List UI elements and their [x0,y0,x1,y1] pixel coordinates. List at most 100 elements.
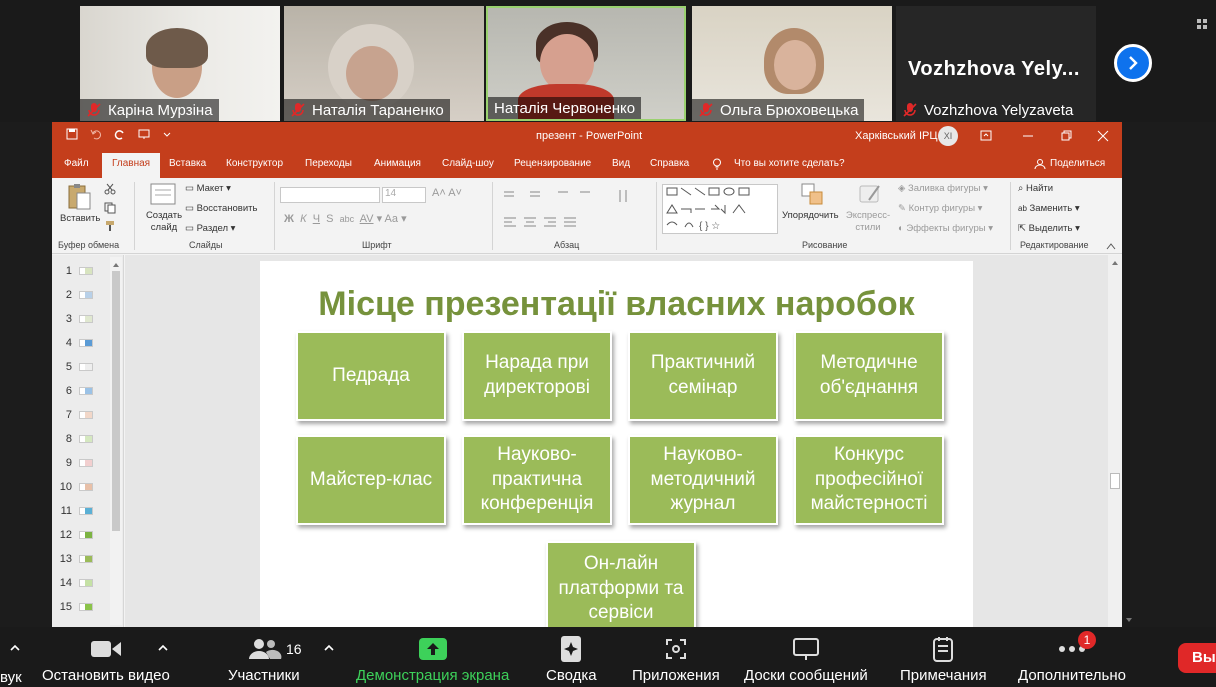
slide-thumbnail[interactable]: 13 [52,549,112,573]
redo-icon[interactable] [114,128,126,140]
whiteboards-button[interactable]: Доски сообщений [744,635,868,684]
customize-qat-icon[interactable] [162,129,172,139]
paste-button[interactable]: Вставить [60,213,100,224]
summary-button[interactable]: Сводка [546,635,597,684]
apps-button[interactable]: Приложения [632,635,720,684]
slide-box[interactable]: Майстер-клас [296,435,446,525]
font-name-field[interactable] [280,187,380,203]
slide-thumbnail[interactable]: 12 [52,525,112,549]
slide-thumbnail[interactable]: 8 [52,429,112,453]
tell-me-search[interactable]: Что вы хотите сделать? [734,158,845,169]
reset-button[interactable]: ▭ Восстановить [185,203,257,214]
start-slideshow-icon[interactable] [138,128,150,140]
tab-animations[interactable]: Анимация [374,158,421,169]
spacing-button[interactable]: AV [360,213,374,225]
share-screen-button[interactable]: Демонстрация экрана [356,635,509,684]
tab-help[interactable]: Справка [650,158,689,169]
slide-thumbnail[interactable]: 7 [52,405,112,429]
slide-thumbnail[interactable]: 6 [52,381,112,405]
shape-fill-button[interactable]: ◈ Заливка фигуры ▾ [898,183,988,194]
slide-box[interactable]: Методичне об'єднання [794,331,944,421]
participant-tile[interactable]: Vozhzhova Yely... Vozhzhova Yelyzaveta [896,6,1096,121]
font-format-buttons[interactable]: Ж К Ч S abc AV ▾ Aa ▾ [284,212,407,225]
save-icon[interactable] [66,128,78,140]
slide-thumbnail[interactable]: 10 [52,477,112,501]
select-button[interactable]: ⇱ Выделить ▾ [1018,223,1080,234]
next-participants-button[interactable] [1114,44,1152,82]
share-button[interactable]: Поделиться [1050,158,1105,169]
slide-scroll-thumb[interactable] [1110,473,1120,489]
slide-box[interactable]: Науково-практична конференція [462,435,612,525]
tab-review[interactable]: Рецензирование [514,158,591,169]
shape-outline-button[interactable]: ✎ Контур фигуры ▾ [898,203,982,214]
close-icon[interactable] [1097,130,1109,142]
slide-title[interactable]: Місце презентації власних наробок [260,285,973,324]
font-size-field[interactable]: 14 [382,187,426,203]
tab-transitions[interactable]: Переходы [305,158,352,169]
participants-options-chevron-icon[interactable] [322,643,336,653]
more-button[interactable]: 1 Дополнительно [1018,631,1126,684]
tab-design[interactable]: Конструктор [226,158,283,169]
slide-thumbnail[interactable]: 15 [52,597,112,621]
strikethrough-button[interactable]: S [326,213,333,225]
participant-tile-active-speaker[interactable]: Наталія Червоненко [486,6,686,121]
shapes-gallery[interactable]: { } ☆ [662,184,778,234]
shadow-button[interactable]: abc [340,214,355,224]
quick-styles-button[interactable]: Экспресс-стили [844,210,892,234]
slide-thumbnail[interactable]: 14 [52,573,112,597]
participants-button[interactable]: 16 Участники [226,635,302,684]
arrange-button[interactable]: Упорядочить [782,210,839,221]
tab-file[interactable]: Файл [64,158,89,169]
restore-icon[interactable] [1060,130,1072,142]
paste-icon[interactable] [66,182,92,212]
underline-button[interactable]: Ч [313,213,320,225]
section-button[interactable]: ▭ Раздел ▾ [185,223,235,234]
leave-meeting-button[interactable]: Вы [1178,643,1216,673]
view-options-icon[interactable] [1196,18,1212,32]
stop-video-button[interactable]: Остановить видео [42,635,170,684]
slide-box[interactable]: Нарада при директорові [462,331,612,421]
italic-button[interactable]: К [300,213,306,225]
audio-options-chevron-icon[interactable] [8,643,22,653]
thumbnails-scrollbar[interactable] [110,257,122,625]
replace-button[interactable]: ab Заменить ▾ [1018,203,1080,214]
new-slide-button[interactable]: Создать слайд [144,210,184,234]
undo-icon[interactable] [90,128,102,140]
slide-box[interactable]: Он-лайн платформи та сервіси [546,541,696,637]
cut-icon[interactable] [104,183,116,195]
collapse-ribbon-icon[interactable] [1106,242,1116,250]
video-options-chevron-icon[interactable] [156,643,170,653]
new-slide-icon[interactable] [149,182,177,208]
shape-effects-button[interactable]: ◐ Эффекты фигуры ▾ [898,223,993,234]
notes-button[interactable]: Примечания [900,635,987,684]
scroll-down-icon[interactable] [1122,615,1136,625]
audio-button-label[interactable]: вук [0,669,22,686]
slide-box[interactable]: Науково-методичний журнал [628,435,778,525]
avatar[interactable]: ХІ [938,126,958,146]
slide-thumbnail[interactable]: 9 [52,453,112,477]
slide-thumbnail[interactable]: 11 [52,501,112,525]
slide-thumbnail[interactable]: 5 [52,357,112,381]
quick-styles-icon[interactable] [857,182,883,208]
slide-box[interactable]: Практичний семінар [628,331,778,421]
participant-tile[interactable]: Ольга Брюховецька [692,6,892,121]
slide-thumbnail[interactable]: 2 [52,285,112,309]
participant-tile[interactable]: Наталія Тараненко [284,6,484,121]
slide-box[interactable]: Педрада [296,331,446,421]
paragraph-controls-icon[interactable] [500,186,650,236]
tab-insert[interactable]: Вставка [169,158,206,169]
arrange-icon[interactable] [800,182,826,208]
thumbnails-scroll-thumb[interactable] [112,271,120,531]
minimize-icon[interactable] [1022,130,1034,142]
scroll-up-icon[interactable] [1108,258,1122,268]
slide-thumbnail[interactable]: 4 [52,333,112,357]
tab-home[interactable]: Главная [102,153,161,178]
slide-thumbnail[interactable]: 3 [52,309,112,333]
bold-button[interactable]: Ж [284,213,294,225]
tab-view[interactable]: Вид [612,158,630,169]
current-slide[interactable]: Місце презентації власних наробок Педрад… [260,261,973,637]
tab-slideshow[interactable]: Слайд-шоу [442,158,494,169]
slide-box[interactable]: Конкурс професійної майстерності [794,435,944,525]
layout-button[interactable]: ▭ Макет ▾ [185,183,231,194]
format-painter-icon[interactable] [104,220,116,232]
